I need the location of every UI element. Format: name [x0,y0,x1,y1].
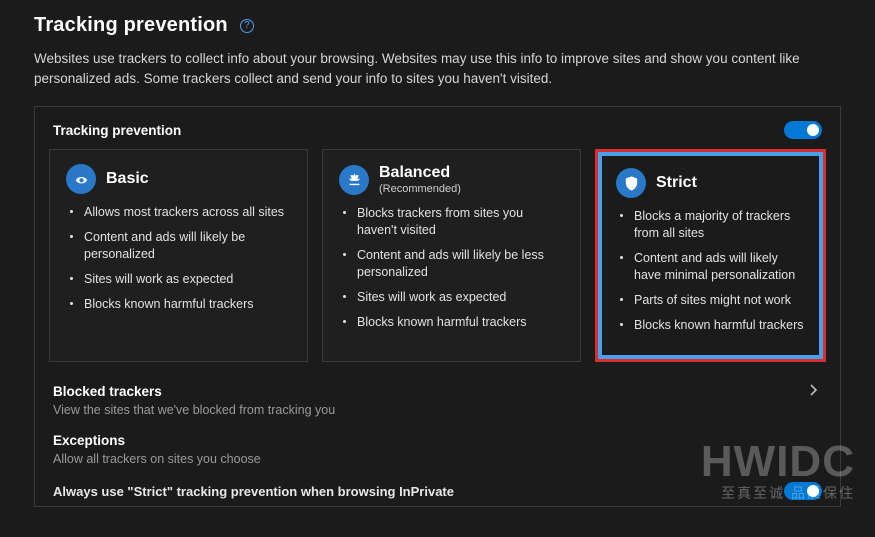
list-item: Allows most trackers across all sites [70,204,291,221]
help-icon[interactable]: ? [240,19,254,33]
list-item: Blocks known harmful trackers [620,317,805,334]
link-title: Exceptions [53,433,822,448]
strict-icon [616,168,646,198]
link-title: Blocked trackers [53,384,822,399]
list-item: Sites will work as expected [70,271,291,288]
list-item: Blocks a majority of trackers from all s… [620,208,805,242]
exceptions-link[interactable]: Exceptions Allow all trackers on sites y… [49,427,826,476]
page-title: Tracking prevention [34,14,228,37]
level-card-balanced[interactable]: Balanced (Recommended) Blocks trackers f… [322,149,581,362]
inprivate-strict-toggle[interactable] [784,482,822,500]
card-title-strict: Strict [656,174,697,192]
level-card-basic[interactable]: Basic Allows most trackers across all si… [49,149,308,362]
list-item: Content and ads will likely be personali… [70,229,291,263]
blocked-trackers-link[interactable]: Blocked trackers View the sites that we'… [49,378,826,427]
card-subtitle-balanced: (Recommended) [379,183,461,195]
chevron-right-icon [808,384,820,396]
card-title-basic: Basic [106,170,149,188]
list-item: Blocks known harmful trackers [70,296,291,313]
page-description: Websites use trackers to collect info ab… [34,49,841,88]
inprivate-strict-label: Always use "Strict" tracking prevention … [53,484,454,499]
balanced-icon [339,165,369,195]
list-item: Content and ads will likely be less pers… [343,247,564,281]
card-title-balanced: Balanced [379,164,461,182]
list-item: Blocks trackers from sites you haven't v… [343,205,564,239]
link-description: View the sites that we've blocked from t… [53,403,822,417]
link-description: Allow all trackers on sites you choose [53,452,822,466]
panel-title: Tracking prevention [53,123,181,138]
list-item: Parts of sites might not work [620,292,805,309]
tracking-prevention-toggle[interactable] [784,121,822,139]
level-card-strict[interactable]: Strict Blocks a majority of trackers fro… [595,149,826,362]
basic-icon [66,164,96,194]
list-item: Blocks known harmful trackers [343,314,564,331]
tracking-prevention-panel: Tracking prevention Basic Allows most tr… [34,106,841,507]
list-item: Content and ads will likely have minimal… [620,250,805,284]
list-item: Sites will work as expected [343,289,564,306]
